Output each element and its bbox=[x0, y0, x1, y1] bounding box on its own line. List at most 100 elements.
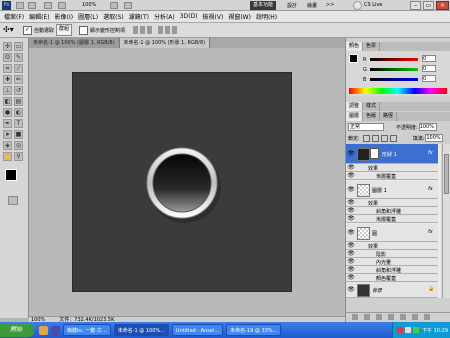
taskbar-item[interactable]: 簡體to..一鍵-文... bbox=[63, 324, 111, 336]
link-layers-icon[interactable] bbox=[352, 314, 358, 320]
fx-badge[interactable]: fx bbox=[428, 229, 433, 235]
new-group-icon[interactable] bbox=[400, 314, 406, 320]
visibility-eye-icon[interactable]: 👁 bbox=[347, 199, 355, 207]
quick-select-tool-icon[interactable]: ✎ bbox=[14, 53, 23, 62]
effect-row[interactable]: 👁 內光暈 bbox=[346, 258, 438, 266]
eraser-tool-icon[interactable]: ◧ bbox=[3, 97, 12, 106]
quick-mask-icon[interactable] bbox=[8, 196, 18, 205]
hand-tool-icon[interactable]: ✋ bbox=[3, 152, 12, 161]
layer-row-shape1[interactable]: 👁 形狀 1 fx bbox=[346, 144, 438, 164]
tab-swatches[interactable]: 色票 bbox=[363, 42, 381, 51]
mini-bridge-icon[interactable] bbox=[28, 2, 36, 9]
lock-position-icon[interactable] bbox=[380, 134, 388, 142]
effects-row[interactable]: 👁 效果 bbox=[346, 242, 438, 250]
blue-slider[interactable] bbox=[370, 78, 418, 81]
menu-analysis[interactable]: 分析(A) bbox=[154, 12, 175, 21]
effect-row[interactable]: 👁 漸層覆蓋 bbox=[346, 215, 438, 223]
workspace-essentials[interactable]: 基本功能 bbox=[250, 1, 277, 10]
tab-adjustments[interactable]: 調整 bbox=[346, 102, 364, 111]
maximize-icon[interactable]: ▭ bbox=[423, 1, 434, 10]
foreground-color-swatch[interactable] bbox=[5, 169, 17, 181]
layers-scrollbar[interactable] bbox=[442, 144, 450, 298]
document-canvas[interactable] bbox=[72, 72, 292, 292]
auto-select-dropdown[interactable]: 群組 bbox=[56, 24, 73, 36]
visibility-eye-icon[interactable]: 👁 bbox=[347, 286, 355, 294]
effect-row[interactable]: 👁 斜角和浮雕 bbox=[346, 266, 438, 274]
effect-row[interactable]: 👁 顏色覆蓋 bbox=[346, 274, 438, 282]
3d-camera-icon[interactable]: ◎ bbox=[14, 141, 23, 150]
cs-live-label[interactable]: CS Live bbox=[364, 2, 382, 8]
red-value[interactable]: 0 bbox=[422, 55, 436, 62]
start-button[interactable]: 開始 bbox=[0, 323, 34, 337]
taskbar-item-active[interactable]: 未命名-1 @ 100%... bbox=[113, 324, 169, 336]
opacity-input[interactable]: 100% bbox=[418, 123, 437, 131]
menu-window[interactable]: 視窗(W) bbox=[228, 12, 251, 21]
hand-icon[interactable] bbox=[44, 2, 52, 9]
effect-row[interactable]: 👁 陰影 bbox=[346, 250, 438, 258]
tab-color[interactable]: 顏色 bbox=[346, 42, 364, 51]
quicklaunch-icon[interactable] bbox=[51, 325, 60, 335]
taskbar-item[interactable]: Untitled - Ansel... bbox=[171, 324, 224, 336]
visibility-eye-icon[interactable]: 👁 bbox=[347, 242, 355, 250]
blue-value[interactable]: 0 bbox=[422, 75, 436, 82]
brush-tool-icon[interactable]: ✏ bbox=[14, 75, 23, 84]
clone-stamp-icon[interactable]: ⊥ bbox=[3, 86, 12, 95]
cs-live-icon[interactable] bbox=[353, 1, 362, 10]
visibility-eye-icon[interactable]: 👁 bbox=[347, 207, 355, 215]
scrollbar-thumb[interactable] bbox=[444, 154, 449, 194]
effects-row[interactable]: 👁 效果 bbox=[346, 164, 438, 172]
zoom-level[interactable]: 100% bbox=[82, 2, 96, 8]
tab-channels[interactable]: 色版 bbox=[363, 112, 381, 121]
tab-layers[interactable]: 圖層 bbox=[346, 112, 364, 121]
dodge-tool-icon[interactable]: ◐ bbox=[14, 108, 23, 117]
layer-row-circle[interactable]: 👁 圓 fx bbox=[346, 224, 438, 242]
gradient-tool-icon[interactable]: ▤ bbox=[14, 97, 23, 106]
lock-all-icon[interactable] bbox=[389, 134, 397, 142]
visibility-eye-icon[interactable]: 👁 bbox=[347, 172, 355, 180]
menu-view[interactable]: 檢視(V) bbox=[203, 12, 224, 21]
layer-row-layer1[interactable]: 👁 圖層 1 fx bbox=[346, 181, 438, 199]
color-fg-swatch[interactable] bbox=[349, 54, 358, 63]
arrange-documents-icon[interactable] bbox=[110, 2, 118, 9]
workspace-design[interactable]: 設計 bbox=[287, 2, 297, 9]
close-icon[interactable]: × bbox=[436, 1, 449, 10]
workspace-more[interactable]: >> bbox=[326, 2, 334, 8]
visibility-eye-icon[interactable]: 👁 bbox=[347, 215, 355, 223]
visibility-eye-icon[interactable]: 👁 bbox=[347, 229, 355, 237]
visibility-eye-icon[interactable]: 👁 bbox=[347, 150, 355, 158]
zoom-tool-small-icon[interactable]: ⚲ bbox=[14, 152, 23, 161]
green-value[interactable]: 0 bbox=[422, 65, 436, 72]
new-layer-icon[interactable] bbox=[412, 314, 418, 320]
align-right-icon[interactable] bbox=[172, 26, 178, 34]
path-select-icon[interactable]: ➤ bbox=[3, 130, 12, 139]
layer-name[interactable]: 圓 bbox=[372, 230, 377, 237]
fill-input[interactable]: 100% bbox=[425, 134, 444, 142]
menu-edit[interactable]: 編輯(E) bbox=[29, 12, 49, 21]
eyedropper-tool-icon[interactable]: ⁄ bbox=[14, 64, 23, 73]
doc-tab-active[interactable]: 未命名-1 @ 100% (形狀 1, RGB/8) bbox=[119, 38, 211, 48]
align-middle-icon[interactable] bbox=[140, 26, 146, 34]
clock[interactable]: 下午 10:29 bbox=[422, 327, 448, 334]
menu-help[interactable]: 說明(H) bbox=[256, 12, 277, 21]
tray-icon[interactable] bbox=[405, 327, 411, 333]
green-slider[interactable] bbox=[370, 68, 418, 71]
red-slider[interactable] bbox=[370, 58, 418, 61]
align-center-icon[interactable] bbox=[165, 26, 171, 34]
zoom-tool-icon[interactable] bbox=[58, 2, 66, 9]
layer-name[interactable]: 圖層 1 bbox=[372, 187, 387, 194]
quicklaunch-icon[interactable] bbox=[39, 325, 48, 335]
transform-controls-checkbox[interactable] bbox=[79, 25, 89, 35]
layer-name[interactable]: 形狀 1 bbox=[382, 151, 397, 158]
lock-image-icon[interactable] bbox=[371, 134, 379, 142]
healing-brush-icon[interactable]: ✚ bbox=[3, 75, 12, 84]
visibility-eye-icon[interactable]: 👁 bbox=[347, 250, 355, 258]
visibility-eye-icon[interactable]: 👁 bbox=[347, 266, 355, 274]
move-tool-icon[interactable]: ✣ bbox=[3, 42, 12, 51]
3d-rotate-icon[interactable]: ◈ bbox=[3, 141, 12, 150]
color-spectrum-bar[interactable] bbox=[349, 88, 447, 94]
effect-row[interactable]: 👁 漸層覆蓋 bbox=[346, 172, 438, 180]
menu-image[interactable]: 影像(I) bbox=[55, 12, 73, 21]
lasso-tool-icon[interactable]: ʘ bbox=[3, 53, 12, 62]
auto-select-checkbox[interactable]: ✓ bbox=[23, 25, 32, 35]
tab-styles[interactable]: 樣式 bbox=[363, 102, 381, 111]
